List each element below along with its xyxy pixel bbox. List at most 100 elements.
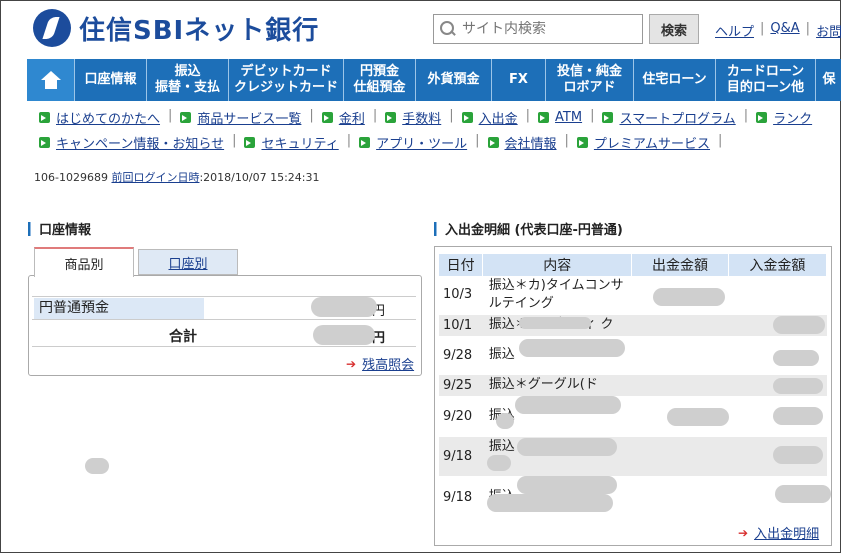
sublink-premium[interactable]: プレミアムサービス: [576, 133, 710, 152]
table-row: 9/28 振込: [439, 336, 827, 375]
arrow-icon: [602, 112, 614, 123]
redaction-blur: [773, 446, 823, 464]
contact-link[interactable]: お問: [816, 21, 841, 40]
row-date: 10/3: [439, 276, 483, 315]
sublink-smart-program[interactable]: スマートプログラム: [602, 108, 736, 127]
redaction-blur: [667, 408, 729, 426]
redaction-blur: [773, 350, 819, 366]
logo-icon: [33, 9, 71, 47]
arrow-icon: [180, 112, 192, 123]
col-withdrawal: 出金金額: [631, 254, 729, 276]
total-label: 合計: [169, 329, 197, 345]
row-date: 9/18: [439, 476, 483, 519]
nav-insurance[interactable]: 保: [816, 59, 841, 101]
title-marker: [28, 221, 31, 236]
divider: |: [805, 21, 811, 36]
title-marker: [434, 221, 437, 236]
row-date: 9/28: [439, 336, 483, 375]
last-login-link[interactable]: 前回ログイン日時: [111, 171, 199, 184]
transactions-detail-link[interactable]: ➔ 入出金明細: [738, 523, 819, 543]
table-row: 10/1 振込＊ ニ ブ ー ィ ク: [439, 314, 827, 337]
row-content: 振込＊カ)タイムコンサルテイング: [482, 276, 632, 315]
col-content: 内容: [482, 254, 633, 276]
redaction-blur: [773, 378, 823, 394]
row-date: 10/1: [439, 314, 483, 337]
balance-inquiry-link[interactable]: ➔ 残高照会: [346, 354, 414, 374]
sublink-company[interactable]: 会社情報: [487, 133, 557, 152]
bank-logo[interactable]: 住信SBIネット銀行: [33, 9, 319, 47]
arrow-icon: [359, 137, 371, 148]
nav-fx[interactable]: FX: [492, 59, 546, 101]
tab-by-account[interactable]: 口座別: [138, 249, 238, 275]
header-links: ヘルプ | Q&A | お問: [715, 21, 841, 40]
account-line: 106-1029689 前回ログイン日時:2018/10/07 15:24:31: [34, 169, 319, 185]
sublinks-row-1: はじめてのかたへ | 商品サービス一覧 | 金利 | 手数料 | 入出金 | ATM | ス…: [39, 108, 812, 127]
sublink-deposit-withdraw[interactable]: 入出金: [461, 108, 518, 127]
redaction-blur: [85, 458, 109, 474]
nav-yen-deposit[interactable]: 円預金 仕組預金: [344, 59, 416, 101]
sublinks-row-2: キャンペーン情報・お知らせ | セキュリティ | アプリ・ツール | 会社情報 | プレ…: [39, 133, 730, 152]
sublink-fees[interactable]: 手数料: [385, 108, 441, 127]
nav-account-info[interactable]: 口座情報: [75, 59, 147, 101]
qa-link[interactable]: Q&A: [770, 21, 799, 40]
nav-mortgage[interactable]: 住宅ローン: [634, 59, 716, 101]
sublink-products[interactable]: 商品サービス一覧: [180, 108, 301, 127]
redaction-blur: [775, 485, 831, 503]
nav-foreign-deposit[interactable]: 外貨預金: [416, 59, 492, 101]
sublink-security[interactable]: セキュリティ: [244, 133, 339, 152]
account-number: 106-1029689: [34, 171, 108, 184]
redaction-blur: [515, 396, 621, 414]
arrow-icon: [538, 112, 550, 123]
arrow-icon: [756, 112, 768, 123]
arrow-icon: [39, 112, 50, 123]
logo-text: 住信SBIネット銀行: [79, 15, 320, 46]
table-row: 9/25 振込＊グーグル(ド: [439, 374, 827, 397]
help-link[interactable]: ヘルプ: [715, 21, 754, 40]
sublink-atm[interactable]: ATM: [538, 108, 582, 127]
sublink-rates[interactable]: 金利: [321, 108, 365, 127]
row-content: 振込＊グーグル(ド: [482, 374, 632, 397]
redaction-blur: [653, 288, 725, 306]
search-input[interactable]: [462, 21, 632, 37]
tab-by-product[interactable]: 商品別: [34, 247, 134, 277]
col-date: 日付: [439, 254, 484, 276]
sublink-beginners[interactable]: はじめてのかたへ: [39, 108, 160, 127]
redaction-blur: [519, 339, 625, 357]
search-icon: [440, 21, 456, 37]
yen-savings-label: 円普通預金: [34, 298, 204, 319]
divider: |: [760, 21, 765, 36]
arrow-icon: [576, 137, 588, 148]
arrow-icon: [39, 137, 50, 148]
nav-transfer[interactable]: 振込 振替・支払: [147, 59, 229, 101]
row-date: 9/20: [439, 396, 483, 437]
sublink-campaign[interactable]: キャンペーン情報・お知らせ: [39, 133, 224, 152]
arrow-icon: [487, 137, 499, 148]
table-row: 10/3 振込＊カ)タイムコンサルテイング: [439, 276, 827, 315]
last-login-value: :2018/10/07 15:24:31: [199, 171, 320, 184]
redaction-blur: [311, 297, 377, 317]
row-date: 9/25: [439, 374, 483, 397]
nav-home[interactable]: [27, 59, 75, 101]
sublink-apps[interactable]: アプリ・ツール: [359, 133, 467, 152]
search-box[interactable]: [433, 14, 643, 44]
redaction-blur: [487, 455, 511, 471]
nav-investment[interactable]: 投信・純金 ロボアド: [546, 59, 634, 101]
account-info-title: 口座情報: [28, 219, 91, 238]
nav-card-loan[interactable]: カードローン 目的ローン他: [716, 59, 816, 101]
redaction-blur: [496, 413, 514, 429]
redaction-blur: [517, 476, 617, 494]
redaction-blur: [773, 407, 823, 425]
redaction-blur: [517, 438, 617, 456]
arrow-right-icon: ➔: [738, 525, 749, 540]
arrow-icon: [461, 112, 473, 123]
redaction-blur: [487, 494, 613, 512]
redaction-blur: [519, 317, 591, 329]
nav-debit-credit[interactable]: デビットカード クレジットカード: [229, 59, 344, 101]
main-nav: 口座情報 振込 振替・支払 デビットカード クレジットカード 円預金 仕組預金 …: [27, 59, 841, 101]
sublink-rank[interactable]: ランク: [756, 108, 812, 127]
arrow-right-icon: ➔: [346, 356, 357, 371]
search-button[interactable]: 検索: [649, 14, 699, 44]
site-header: 住信SBIネット銀行 検索 ヘルプ | Q&A | お問: [1, 1, 841, 59]
arrow-icon: [321, 112, 333, 123]
arrow-icon: [244, 137, 256, 148]
